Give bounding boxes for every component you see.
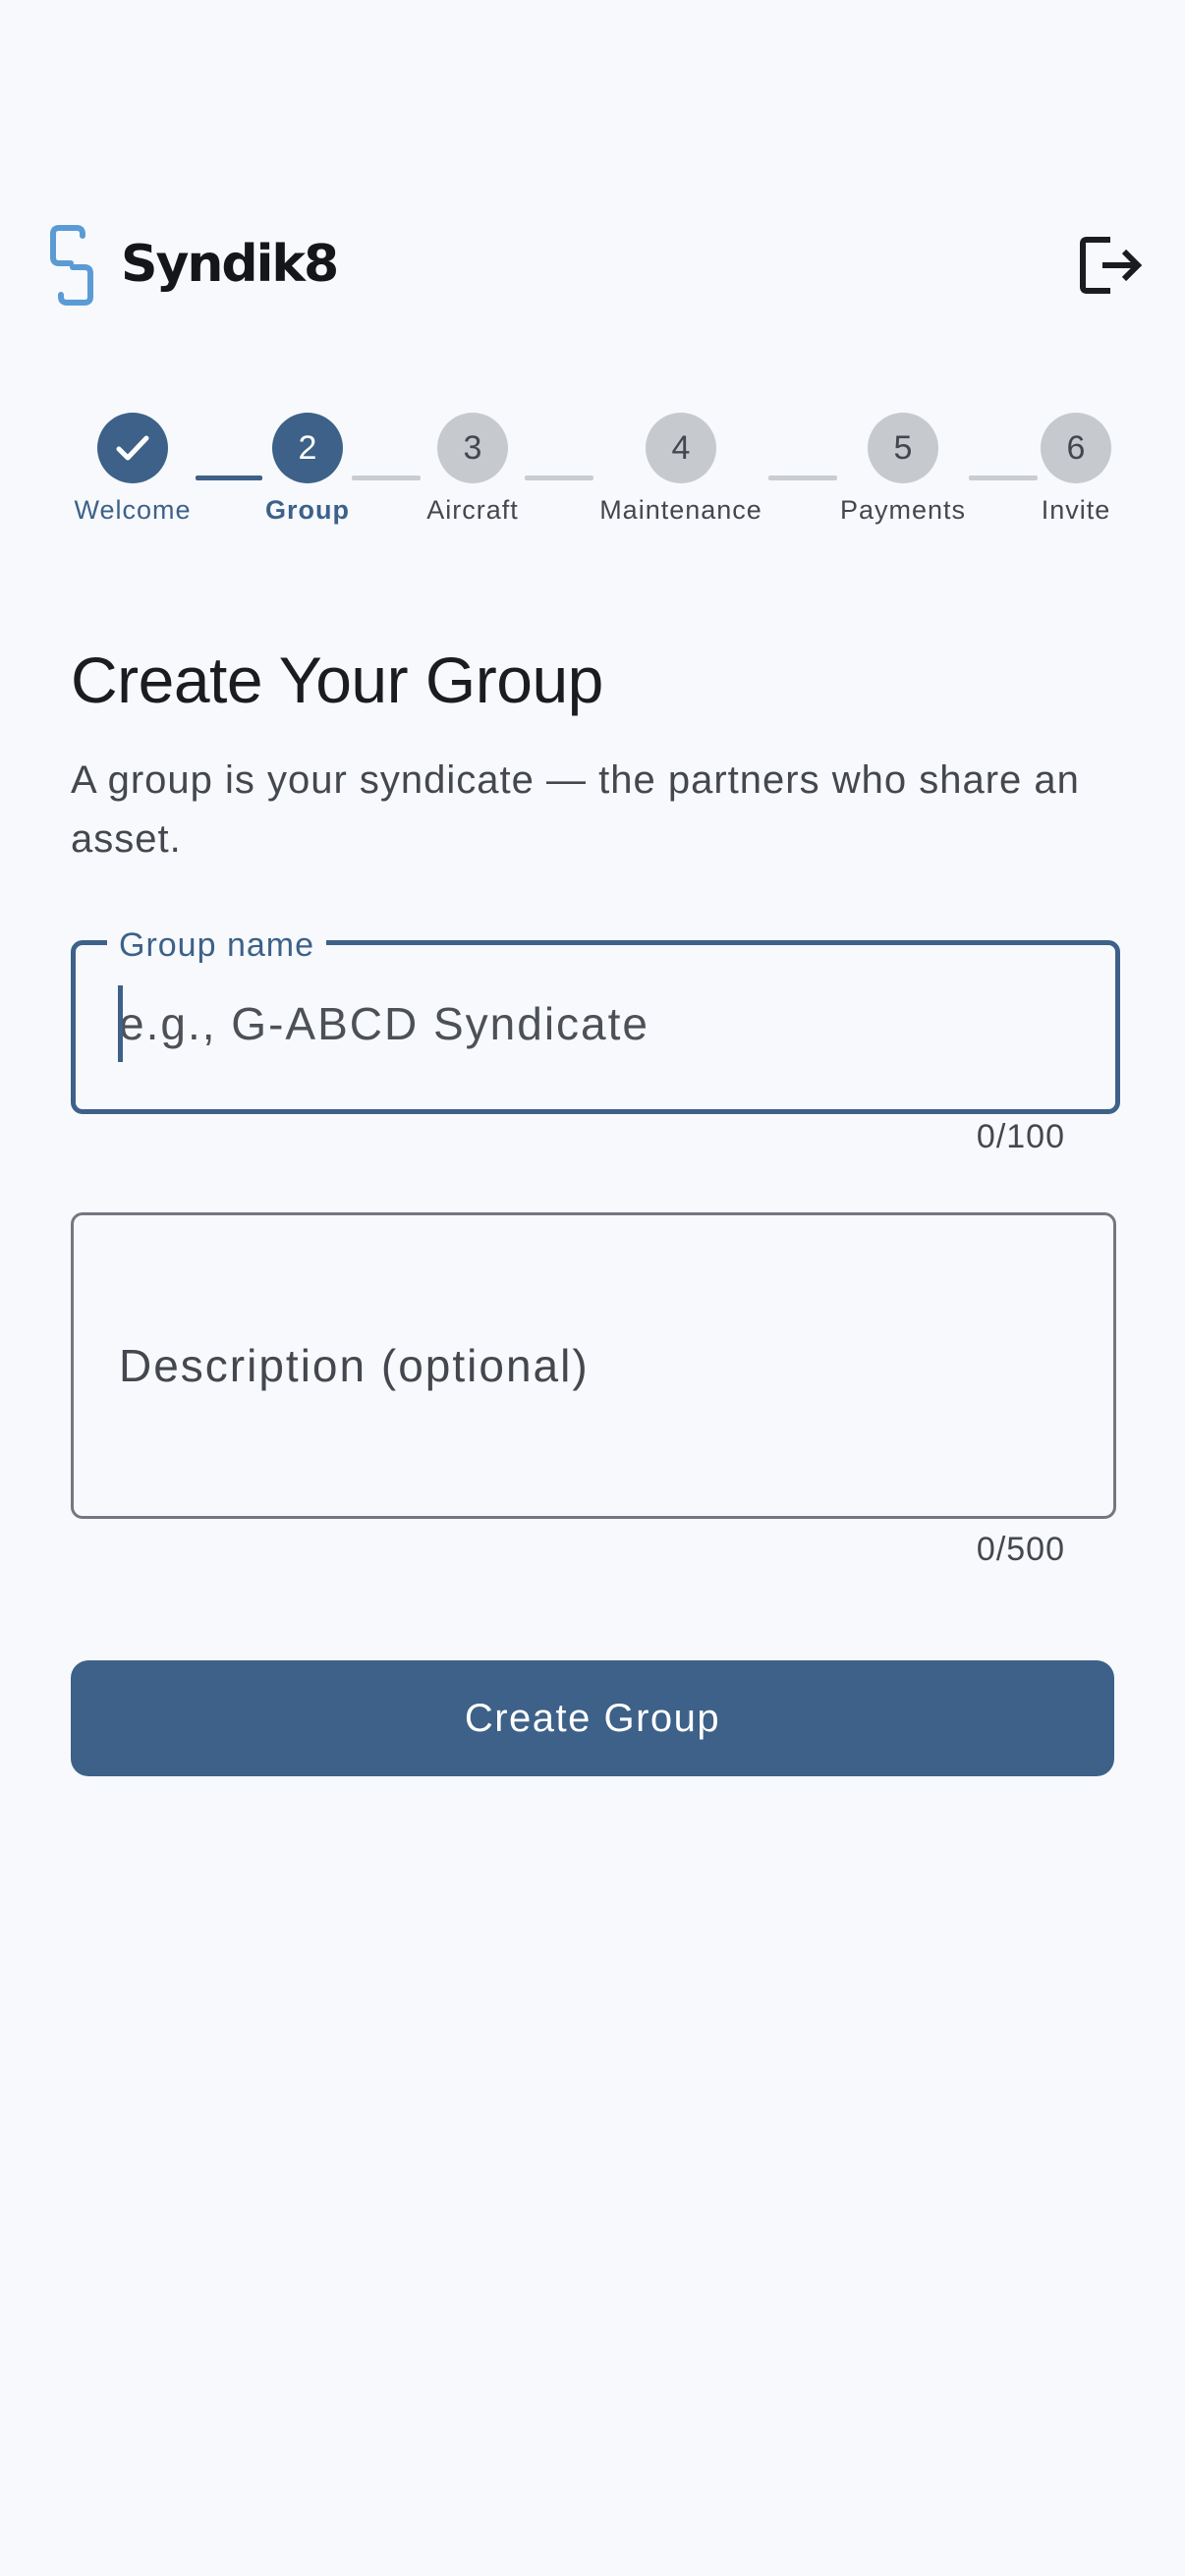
text-cursor <box>118 985 123 1062</box>
step-maintenance[interactable]: 4 Maintenance <box>583 413 779 526</box>
group-name-char-counter: 0/100 <box>976 1118 1065 1155</box>
step-label: Aircraft <box>426 495 519 525</box>
chain-link-s-logo-icon <box>47 224 96 307</box>
step-number: 5 <box>868 413 938 483</box>
group-name-input[interactable] <box>119 985 1101 1062</box>
step-label: Welcome <box>74 495 192 525</box>
step-label: Invite <box>1041 495 1111 525</box>
check-icon <box>116 435 149 461</box>
step-label: Maintenance <box>599 495 762 525</box>
step-number: 4 <box>646 413 716 483</box>
logout-button[interactable] <box>1077 232 1146 299</box>
step-invite[interactable]: 6 Invite <box>978 413 1174 526</box>
step-welcome[interactable]: Welcome <box>34 413 231 526</box>
step-label: Payments <box>839 495 967 525</box>
step-number: 6 <box>1041 413 1111 483</box>
app-header: Syndik8 <box>0 196 1185 334</box>
description-char-counter: 0/500 <box>976 1531 1065 1568</box>
create-group-button[interactable]: Create Group <box>71 1660 1114 1776</box>
step-payments[interactable]: 5 Payments <box>805 413 1001 526</box>
app-name: Syndik8 <box>121 235 339 294</box>
step-number: 3 <box>437 413 508 483</box>
step-number: 2 <box>272 413 343 483</box>
logout-icon <box>1080 237 1143 294</box>
page-title: Create Your Group <box>71 644 603 716</box>
description-label: Description (optional) <box>119 1340 590 1391</box>
group-name-label: Group name <box>107 924 326 967</box>
onboarding-stepper: Welcome 2 Group 3 Aircraft 4 Maintenance… <box>0 413 1185 550</box>
step-circle-welcome <box>97 413 168 483</box>
step-aircraft[interactable]: 3 Aircraft <box>374 413 571 526</box>
page-subtitle: A group is your syndicate — the partners… <box>71 758 1080 861</box>
